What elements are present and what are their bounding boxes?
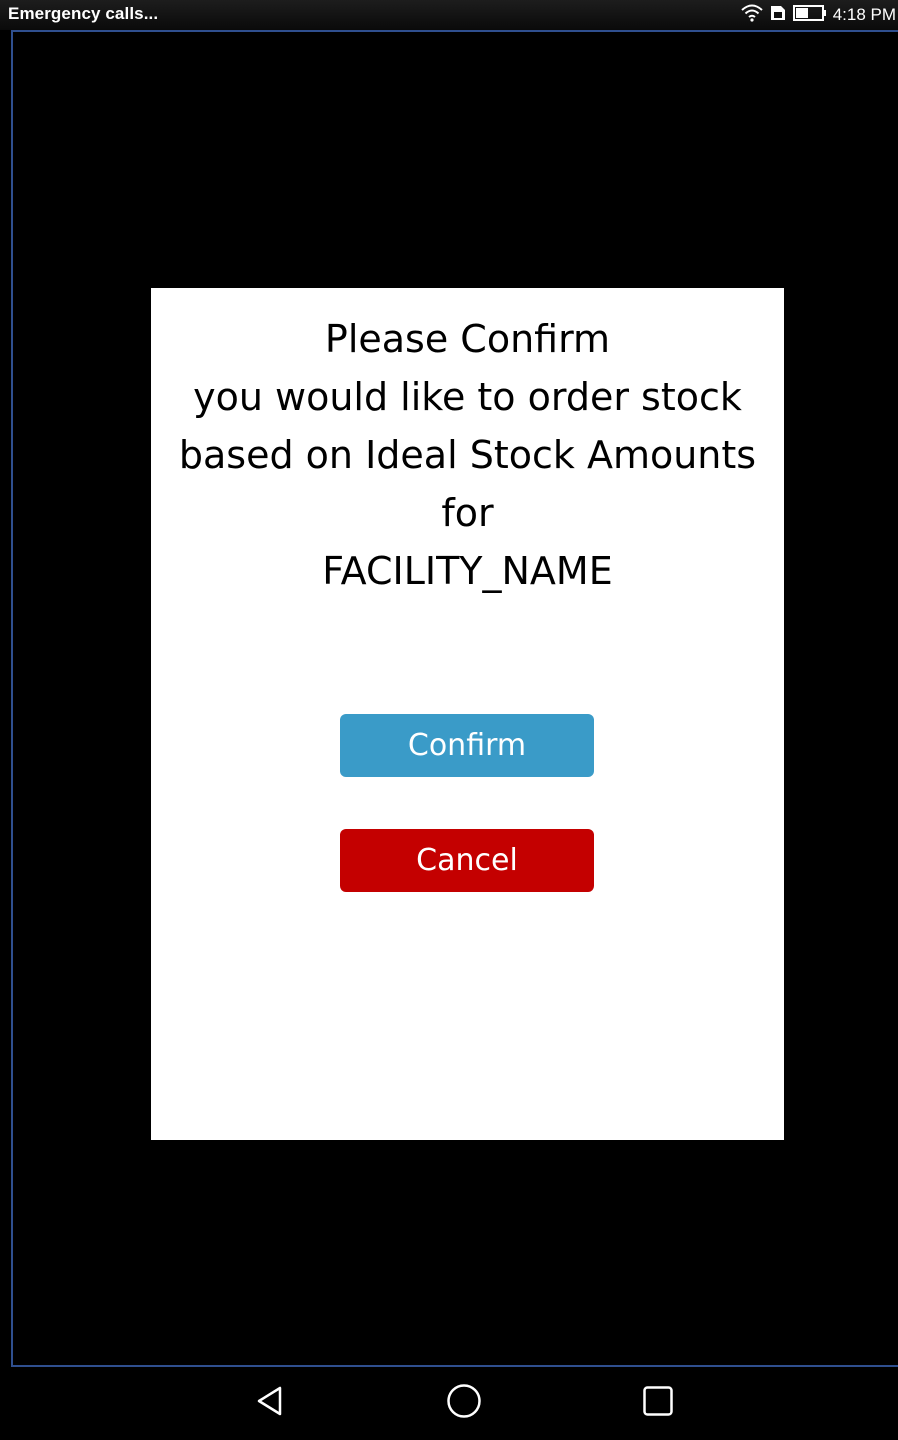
- status-bar: Emergency calls... 4:18 PM: [0, 0, 898, 30]
- back-button[interactable]: [248, 1381, 292, 1425]
- home-button[interactable]: [442, 1381, 486, 1425]
- battery-icon: [792, 4, 827, 27]
- message-line: based on Ideal Stock Amounts: [178, 433, 757, 477]
- message-line: you would like to order stock: [193, 375, 742, 419]
- navigation-bar: [0, 1367, 898, 1440]
- carrier-text: Emergency calls...: [8, 4, 159, 23]
- sim-icon: [769, 4, 787, 27]
- confirm-dialog: Please Confirm you would like to order s…: [151, 288, 784, 1140]
- message-line: Please Confirm: [324, 317, 611, 361]
- message-line: for: [441, 491, 494, 535]
- cancel-button[interactable]: Cancel: [340, 829, 594, 892]
- wifi-icon: [741, 4, 763, 27]
- recents-icon: [641, 1384, 675, 1423]
- recents-button[interactable]: [636, 1381, 680, 1425]
- home-icon: [445, 1382, 483, 1425]
- status-time: 4:18 PM: [832, 5, 896, 24]
- confirm-button[interactable]: Confirm: [340, 714, 594, 777]
- facility-name: FACILITY_NAME: [322, 549, 613, 593]
- status-icons: 4:18 PM: [741, 3, 898, 27]
- dialog-message: Please Confirm you would like to order s…: [151, 310, 784, 600]
- back-icon: [253, 1384, 287, 1423]
